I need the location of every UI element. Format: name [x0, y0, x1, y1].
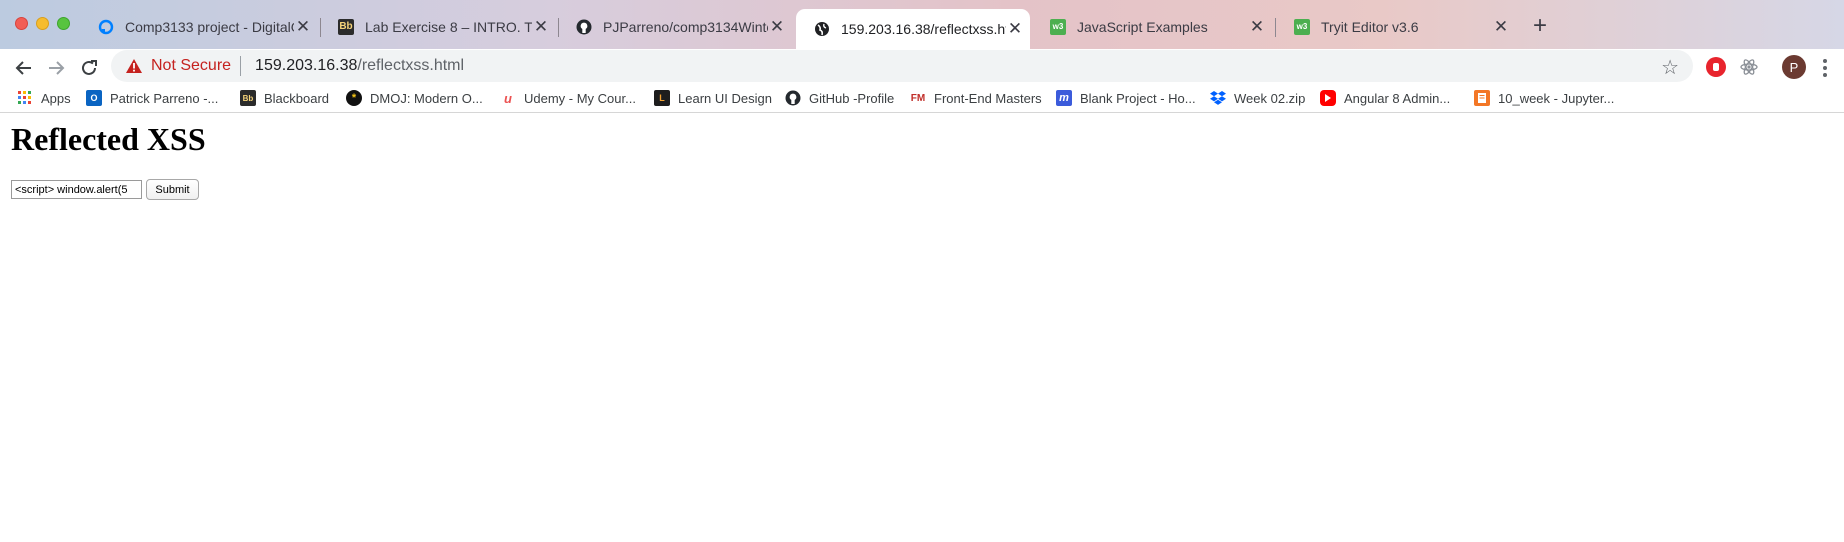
- globe-icon: [814, 21, 830, 37]
- apps-grid-icon: [17, 90, 33, 106]
- w3schools-icon: w3: [1294, 18, 1310, 35]
- close-tab-icon[interactable]: ✕: [532, 17, 550, 37]
- bookmark-label: Week 02.zip: [1234, 90, 1306, 106]
- tab-github-repo[interactable]: PJParreno/comp3134Winter2020 ✕: [558, 10, 792, 43]
- bookmark-learn-ui[interactable]: L Learn UI Design: [654, 87, 772, 109]
- minimize-window-button[interactable]: [36, 17, 49, 30]
- url-divider: [240, 56, 242, 76]
- blackboard-icon: Bb: [240, 90, 256, 106]
- tab-lab-exercise[interactable]: Bb Lab Exercise 8 – INTRO. TO CYBER ✕: [320, 10, 556, 43]
- browser-menu-icon[interactable]: [1820, 55, 1830, 81]
- dmoj-icon: *: [346, 90, 362, 106]
- close-tab-icon[interactable]: ✕: [1006, 19, 1024, 39]
- learnui-icon: L: [654, 90, 670, 106]
- tab-title: Lab Exercise 8 – INTRO. TO CYBER: [365, 18, 532, 35]
- bookmark-github-profile[interactable]: GitHub -Profile: [785, 87, 894, 109]
- browser-chrome: Comp3133 project - DigitalOcean ✕ Bb Lab…: [0, 0, 1844, 113]
- bookmark-label: Blackboard: [264, 90, 330, 106]
- close-tab-icon[interactable]: ✕: [1248, 17, 1266, 37]
- blackboard-icon: Bb: [338, 18, 354, 35]
- bookmark-label: 10_week - Jupyter...: [1498, 90, 1615, 106]
- security-status-label[interactable]: Not Secure: [151, 57, 231, 75]
- extension-stop-icon[interactable]: [1706, 57, 1726, 77]
- youtube-icon: [1320, 90, 1336, 106]
- tab-title: 159.203.16.38/reflectxss.html: [841, 21, 1006, 37]
- profile-avatar[interactable]: P: [1782, 55, 1806, 79]
- bookmark-dmoj[interactable]: * DMOJ: Modern O...: [346, 87, 483, 109]
- jupyter-icon: [1474, 90, 1490, 106]
- submit-button[interactable]: Submit: [146, 179, 199, 200]
- bookmark-label: Patrick Parreno -...: [110, 90, 219, 106]
- frontendmasters-icon: FM: [910, 92, 926, 104]
- forward-arrow-icon[interactable]: [43, 55, 69, 81]
- url-path: /reflectxss.html: [357, 57, 465, 74]
- tab-title: PJParreno/comp3134Winter2020: [603, 18, 768, 35]
- bookmark-label: Angular 8 Admin...: [1344, 90, 1451, 106]
- tab-javascript-examples[interactable]: w3 JavaScript Examples ✕: [1032, 10, 1272, 43]
- bookmark-label: DMOJ: Modern O...: [370, 90, 483, 106]
- tab-title: JavaScript Examples: [1077, 18, 1208, 35]
- bookmarks-bar: Apps O Patrick Parreno -... Bb Blackboar…: [0, 83, 1844, 113]
- close-window-button[interactable]: [15, 17, 28, 30]
- bookmark-jupyter[interactable]: 10_week - Jupyter...: [1474, 87, 1614, 109]
- bookmark-label: Learn UI Design: [678, 90, 772, 106]
- github-icon: [785, 90, 801, 106]
- maximize-window-button[interactable]: [57, 17, 70, 30]
- tab-title: Comp3133 project - DigitalOcean: [125, 18, 294, 35]
- bookmark-angular-admin[interactable]: Angular 8 Admin...: [1320, 87, 1450, 109]
- url-host: 159.203.16.38: [255, 57, 358, 74]
- close-tab-icon[interactable]: ✕: [768, 17, 786, 37]
- outlook-icon: O: [86, 90, 102, 106]
- address-bar[interactable]: Not Secure 159.203.16.38/reflectxss.html…: [111, 50, 1693, 82]
- digitalocean-icon: [98, 19, 114, 35]
- url-text[interactable]: 159.203.16.38/reflectxss.html: [255, 57, 464, 75]
- bookmark-udemy[interactable]: u Udemy - My Cour...: [500, 87, 636, 109]
- reload-icon[interactable]: [76, 55, 102, 81]
- tab-title: Tryit Editor v3.6: [1321, 18, 1419, 35]
- tab-reflectxss[interactable]: 159.203.16.38/reflectxss.html ✕: [796, 9, 1030, 49]
- m-icon: m: [1056, 90, 1072, 106]
- close-tab-icon[interactable]: ✕: [294, 17, 312, 37]
- back-arrow-icon[interactable]: [11, 55, 37, 81]
- bookmark-outlook[interactable]: O Patrick Parreno -...: [86, 87, 218, 109]
- bookmark-label: Front-End Masters: [934, 90, 1042, 106]
- new-tab-button[interactable]: +: [1528, 12, 1552, 40]
- bookmark-frontend-masters[interactable]: FM Front-End Masters: [910, 87, 1042, 109]
- bookmark-label: Apps: [41, 90, 71, 106]
- dropbox-icon: [1210, 90, 1226, 106]
- bookmark-week-zip[interactable]: Week 02.zip: [1210, 87, 1305, 109]
- bookmark-blackboard[interactable]: Bb Blackboard: [240, 87, 329, 109]
- bookmark-label: Udemy - My Cour...: [524, 90, 636, 106]
- page-content: Reflected XSS Submit: [0, 113, 1844, 542]
- close-tab-icon[interactable]: ✕: [1492, 17, 1510, 37]
- tab-tryit-editor[interactable]: w3 Tryit Editor v3.6 ✕: [1276, 10, 1516, 43]
- bookmark-apps[interactable]: Apps: [17, 87, 71, 109]
- w3schools-icon: w3: [1050, 18, 1066, 35]
- udemy-icon: u: [504, 90, 512, 106]
- react-devtools-icon[interactable]: [1739, 57, 1759, 77]
- bookmark-blank-project[interactable]: m Blank Project - Ho...: [1056, 87, 1196, 109]
- bookmark-label: GitHub -Profile: [809, 90, 895, 106]
- bookmark-label: Blank Project - Ho...: [1080, 90, 1196, 106]
- page-title: Reflected XSS: [11, 121, 206, 157]
- xss-input-field[interactable]: [11, 180, 142, 199]
- bookmark-star-icon[interactable]: ☆: [1661, 55, 1679, 80]
- github-icon: [576, 19, 592, 35]
- tab-digitalocean[interactable]: Comp3133 project - DigitalOcean ✕: [80, 10, 318, 43]
- browser-toolbar: Not Secure 159.203.16.38/reflectxss.html…: [0, 49, 1844, 87]
- warning-triangle-icon: [125, 57, 143, 75]
